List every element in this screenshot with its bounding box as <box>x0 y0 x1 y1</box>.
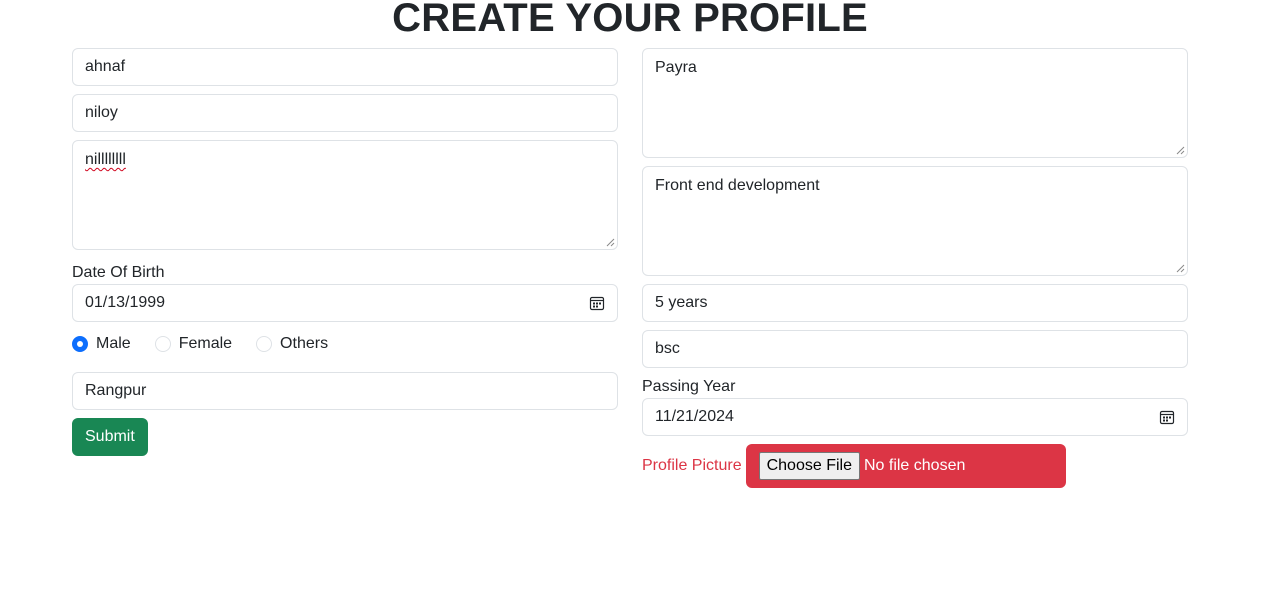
city-input[interactable]: Rangpur <box>72 372 618 410</box>
profile-picture-input[interactable]: Choose File No file chosen <box>745 444 1066 488</box>
institute-textarea[interactable]: Payra <box>642 48 1188 158</box>
page-title: CREATE YOUR PROFILE <box>392 0 868 40</box>
skills-value: Front end development <box>655 177 820 194</box>
city-value: Rangpur <box>85 382 147 399</box>
radio-male[interactable] <box>72 336 88 352</box>
calendar-icon[interactable] <box>589 295 605 311</box>
radio-label-male: Male <box>96 335 131 352</box>
experience-value: 5 years <box>655 294 708 311</box>
passing-year-value: 11/21/2024 <box>655 408 734 425</box>
dob-value: 01/13/1999 <box>85 294 166 311</box>
institute-value: Payra <box>655 59 697 76</box>
file-status: No file chosen <box>863 457 966 474</box>
gender-option-male[interactable]: Male <box>72 335 131 353</box>
bio-textarea[interactable]: nillllllll <box>72 140 618 250</box>
left-column: ahnaf niloy nillllllll Date Of Birth 01/… <box>72 48 618 456</box>
first-name-input[interactable]: ahnaf <box>72 48 618 86</box>
radio-label-others: Others <box>280 335 329 352</box>
first-name-value: ahnaf <box>85 58 126 75</box>
degree-input[interactable]: bsc <box>642 330 1188 368</box>
bio-value: nillllllll <box>85 151 126 168</box>
last-name-value: niloy <box>85 104 118 121</box>
degree-value: bsc <box>655 340 680 357</box>
resize-grip-icon[interactable] <box>605 237 615 247</box>
profile-picture-label: Profile Picture <box>642 457 742 474</box>
calendar-icon[interactable] <box>1159 409 1175 425</box>
dob-input[interactable]: 01/13/1999 <box>72 284 618 322</box>
resize-grip-icon[interactable] <box>1175 145 1185 155</box>
gender-radio-group: Male Female Others <box>72 332 618 356</box>
experience-input[interactable]: 5 years <box>642 284 1188 322</box>
radio-female[interactable] <box>154 336 171 352</box>
passing-year-input[interactable]: 11/21/2024 <box>642 398 1188 436</box>
radio-label-female: Female <box>178 335 233 352</box>
radio-others[interactable] <box>256 336 273 352</box>
gender-option-others[interactable]: Others <box>256 335 328 353</box>
resize-grip-icon[interactable] <box>1175 263 1185 273</box>
profile-picture-row: Profile Picture Choose File No file chos… <box>642 444 1188 488</box>
gender-option-female[interactable]: Female <box>154 335 233 353</box>
skills-textarea[interactable]: Front end development <box>642 166 1188 276</box>
choose-file-button[interactable]: Choose File <box>758 452 860 480</box>
passing-year-label: Passing Year <box>642 378 736 395</box>
right-column: Payra Front end development 5 years bsc … <box>642 48 1188 488</box>
dob-label: Date Of Birth <box>72 264 165 281</box>
submit-button[interactable]: Submit <box>72 418 148 456</box>
last-name-input[interactable]: niloy <box>72 94 618 132</box>
